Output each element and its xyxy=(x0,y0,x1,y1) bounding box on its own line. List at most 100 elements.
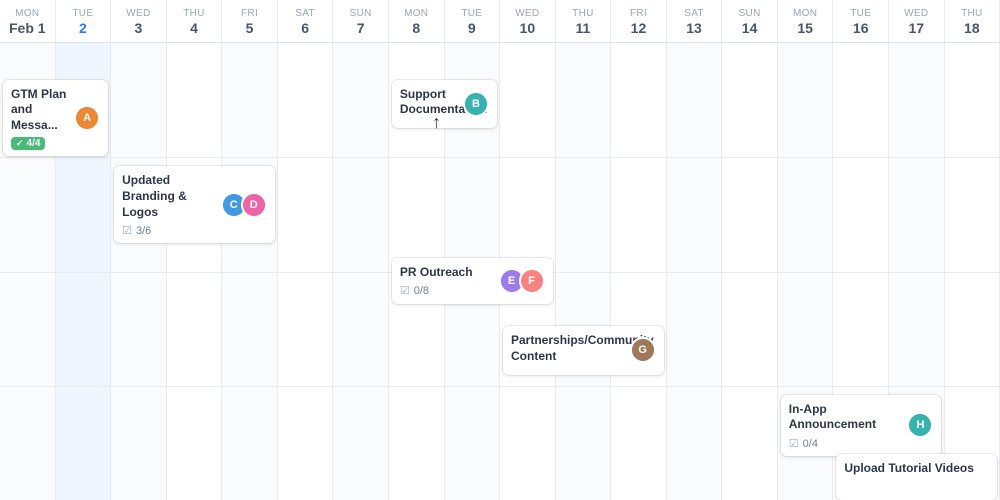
day-name: FRI xyxy=(615,8,662,19)
card-badge: ✓ 4/4 xyxy=(11,137,45,150)
day-num: 7 xyxy=(337,20,384,36)
day-num: 9 xyxy=(449,20,496,36)
day-header-sun-14: SUN 14 xyxy=(722,0,778,42)
card-avatars: EF xyxy=(499,268,545,294)
day-header-fri-12: FRI 12 xyxy=(611,0,667,42)
day-name: SAT xyxy=(671,8,718,19)
card-pr-outreach[interactable]: PR Outreach ☑ 0/8 EF xyxy=(392,258,553,304)
day-col-sat-13 xyxy=(667,43,723,500)
day-num: Feb 1 xyxy=(4,20,51,36)
day-header-thu-11: THU 11 xyxy=(556,0,612,42)
day-header-wed-17: WED 17 xyxy=(889,0,945,42)
day-num: 16 xyxy=(837,20,884,36)
day-col-thu-4 xyxy=(167,43,223,500)
day-name: MON xyxy=(4,8,51,19)
card-partnerships[interactable]: Partnerships/Community ContentG xyxy=(503,326,664,374)
card-meta: ☑ 0/4 xyxy=(789,437,906,450)
day-name: SUN xyxy=(726,8,773,19)
day-header-mon-15: MON 15 xyxy=(778,0,834,42)
day-num: 10 xyxy=(504,20,551,36)
calendar-body: GTM Plan and Messa...✓ 4/4ASupport Docum… xyxy=(0,43,1000,500)
day-col-fri-12 xyxy=(611,43,667,500)
card-meta: ☑ 0/8 xyxy=(400,284,497,297)
avatar: H xyxy=(907,412,933,438)
card-badge-text: 3/6 xyxy=(136,225,151,237)
day-num: 18 xyxy=(949,20,996,36)
card-gtm-plan[interactable]: GTM Plan and Messa...✓ 4/4A xyxy=(3,80,108,157)
day-num: 17 xyxy=(893,20,940,36)
calendar-header: MON Feb 1 TUE 2 WED 3 THU 4 FRI 5 SAT 6 … xyxy=(0,0,1000,43)
avatar: G xyxy=(630,337,656,363)
avatar: A xyxy=(74,105,100,131)
card-title: PR Outreach xyxy=(400,265,497,281)
day-num: 4 xyxy=(171,20,218,36)
card-avatars: CD xyxy=(221,192,267,218)
day-name: SAT xyxy=(282,8,329,19)
day-name: WED xyxy=(115,8,162,19)
day-num: 5 xyxy=(226,20,273,36)
day-num: 14 xyxy=(726,20,773,36)
day-header-tue-16: TUE 16 xyxy=(833,0,889,42)
day-header-sat-6: SAT 6 xyxy=(278,0,334,42)
card-title: Upload Tutorial Videos xyxy=(844,461,989,477)
card-in-app-announce[interactable]: In-App Announcement ☑ 0/4 H xyxy=(781,395,942,456)
day-header-tue-9: TUE 9 xyxy=(445,0,501,42)
day-header-sun-7: SUN 7 xyxy=(333,0,389,42)
day-col-thu-11 xyxy=(556,43,612,500)
card-meta: ✓ 4/4 xyxy=(11,137,72,150)
card-meta: ☑ 3/6 xyxy=(122,224,219,237)
day-num: 2 xyxy=(60,20,107,36)
check-icon: ☑ xyxy=(789,437,799,450)
day-col-thu-18 xyxy=(945,43,1000,500)
card-upload-tutorial[interactable]: Upload Tutorial Videos xyxy=(836,454,997,500)
card-avatars: H xyxy=(907,412,933,438)
card-title: Support Documentation xyxy=(400,87,461,118)
day-name: TUE xyxy=(837,8,884,19)
check-icon: ☑ xyxy=(400,284,410,297)
calendar-container: MON Feb 1 TUE 2 WED 3 THU 4 FRI 5 SAT 6 … xyxy=(0,0,1000,500)
day-header-tue-2: TUE 2 xyxy=(56,0,112,42)
day-num: 8 xyxy=(393,20,440,36)
day-header-thu-4: THU 4 xyxy=(167,0,223,42)
day-name: TUE xyxy=(60,8,107,19)
card-avatars: A xyxy=(74,105,100,131)
day-col-sun-14 xyxy=(722,43,778,500)
day-header-thu-18: THU 18 xyxy=(945,0,1000,42)
day-header-sat-13: SAT 13 xyxy=(667,0,723,42)
day-name: WED xyxy=(893,8,940,19)
avatar: D xyxy=(241,192,267,218)
card-avatars: B xyxy=(463,91,489,117)
avatar: B xyxy=(463,91,489,117)
day-num: 11 xyxy=(560,20,607,36)
day-header-wed-3: WED 3 xyxy=(111,0,167,42)
card-support-doc[interactable]: Support DocumentationB xyxy=(392,80,497,128)
card-title: Partnerships/Community Content xyxy=(511,333,628,364)
day-name: THU xyxy=(560,8,607,19)
day-header-mon-8: MON 8 xyxy=(389,0,445,42)
day-num: 12 xyxy=(615,20,662,36)
card-badge-text: 0/4 xyxy=(803,438,818,450)
card-avatars: G xyxy=(630,337,656,363)
card-badge-text: 0/8 xyxy=(414,285,429,297)
card-title: Updated Branding & Logos xyxy=(122,173,219,220)
day-header-wed-10: WED 10 xyxy=(500,0,556,42)
day-name: TUE xyxy=(449,8,496,19)
day-name: MON xyxy=(782,8,829,19)
card-updated-branding[interactable]: Updated Branding & Logos ☑ 3/6 CD xyxy=(114,166,275,243)
day-name: THU xyxy=(171,8,218,19)
day-col-fri-5 xyxy=(222,43,278,500)
day-name: FRI xyxy=(226,8,273,19)
day-col-sat-6 xyxy=(278,43,334,500)
check-icon: ☑ xyxy=(122,224,132,237)
day-col-wed-3 xyxy=(111,43,167,500)
day-num: 6 xyxy=(282,20,329,36)
day-col-sun-7 xyxy=(333,43,389,500)
day-header-mon-feb1: MON Feb 1 xyxy=(0,0,56,42)
card-title: In-App Announcement xyxy=(789,402,906,433)
day-name: SUN xyxy=(337,8,384,19)
day-num: 3 xyxy=(115,20,162,36)
day-name: THU xyxy=(949,8,996,19)
day-name: WED xyxy=(504,8,551,19)
day-name: MON xyxy=(393,8,440,19)
day-header-fri-5: FRI 5 xyxy=(222,0,278,42)
